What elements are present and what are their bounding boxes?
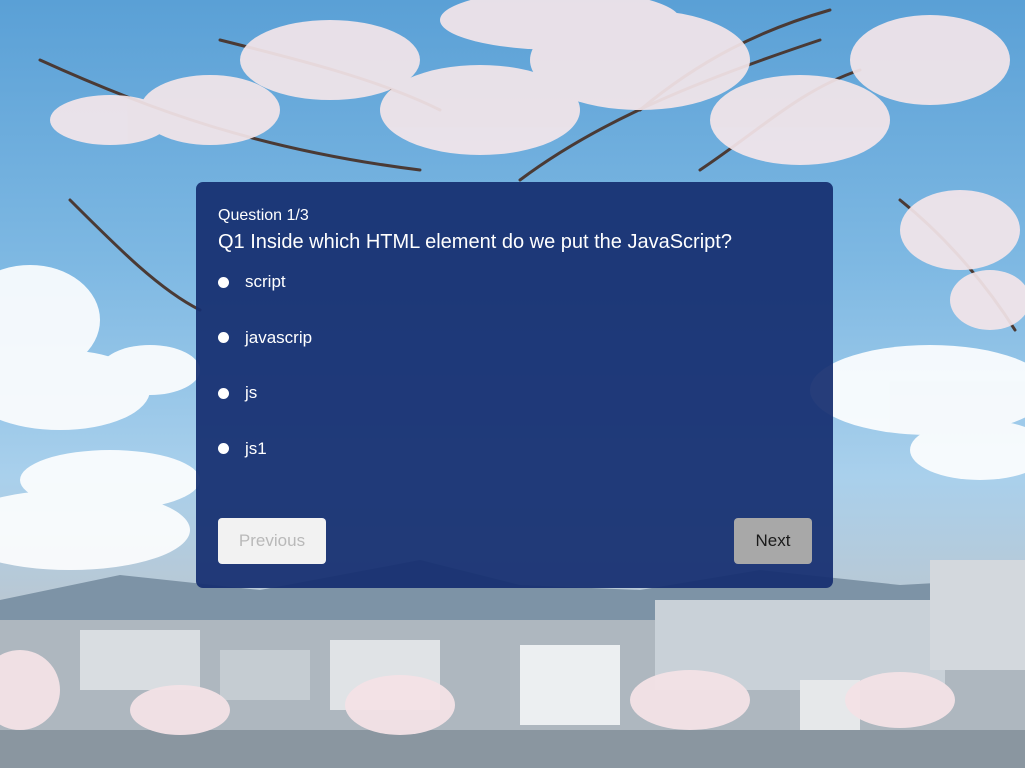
radio-button[interactable] — [218, 332, 229, 343]
quiz-card: Question 1/3 Q1 Inside which HTML elemen… — [196, 182, 833, 588]
answer-options: script javascrip js js1 — [218, 270, 778, 492]
radio-button[interactable] — [218, 276, 229, 288]
question-counter: Question 1/3 — [218, 207, 309, 224]
option-script[interactable]: script — [218, 270, 778, 294]
option-javascrip[interactable]: javascrip — [218, 326, 778, 350]
option-label: javascrip — [245, 327, 313, 347]
previous-button[interactable]: Previous — [218, 518, 326, 564]
radio-button[interactable] — [218, 443, 229, 454]
option-label: js — [245, 383, 258, 402]
option-js[interactable]: js — [218, 381, 778, 405]
radio-button[interactable] — [218, 387, 229, 399]
option-label: js1 — [245, 438, 267, 458]
question-text: Q1 Inside which HTML element do we put t… — [218, 231, 732, 253]
option-label: script — [245, 272, 286, 291]
next-button[interactable]: Next — [734, 518, 812, 564]
option-js1[interactable]: js1 — [218, 437, 778, 461]
